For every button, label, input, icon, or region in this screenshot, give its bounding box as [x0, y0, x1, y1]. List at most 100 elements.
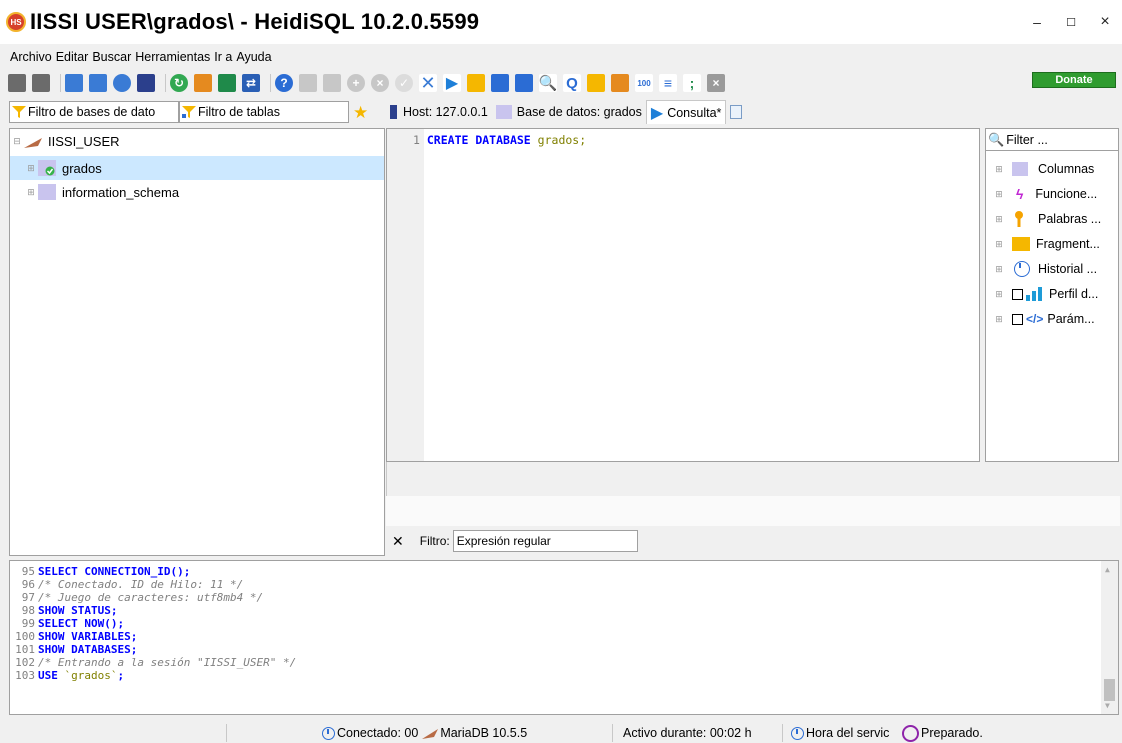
binary-icon[interactable]: 100	[635, 74, 653, 92]
disconnect-icon[interactable]	[32, 74, 50, 92]
helper-item-history[interactable]: ⊞ Historial ...	[986, 257, 1118, 281]
log-line-number: 97	[21, 591, 35, 604]
helper-label: Columnas	[1038, 162, 1095, 176]
explain-icon[interactable]	[611, 74, 629, 92]
checkbox-icon[interactable]	[1012, 313, 1023, 325]
expand-icon[interactable]: ⊞	[24, 163, 38, 174]
tree-node-session[interactable]: ⊟ IISSI_USER	[10, 129, 384, 153]
expand-icon[interactable]: ⊞	[992, 239, 1006, 250]
log-line: 98 SHOW STATUS;	[10, 604, 118, 617]
maximize-button[interactable]: ☐	[1054, 0, 1088, 44]
first-record-icon[interactable]	[299, 74, 317, 92]
checkbox-icon[interactable]	[1012, 288, 1023, 300]
close-button[interactable]: ×	[1088, 0, 1122, 44]
helper-item-parameters[interactable]: ⊞ </> Parám...	[986, 307, 1118, 331]
database-filter-input[interactable]: Filtro de bases de dato	[9, 101, 179, 123]
tree-node-database[interactable]: ⊞ information_schema	[10, 180, 384, 204]
log-line: 95 SELECT CONNECTION_ID();	[10, 565, 191, 578]
sql-terminator: ;	[579, 133, 587, 147]
tab-database[interactable]: Base de datos: grados	[492, 100, 646, 124]
log-line-number: 103	[15, 669, 35, 682]
menu-ir-a[interactable]: Ir a	[214, 50, 232, 68]
sync-icon[interactable]: ⇄	[242, 74, 260, 92]
title-bar: HS IISSI USER\grados\ - HeidiSQL 10.2.0.…	[0, 0, 1122, 44]
delete-record-icon[interactable]: ×	[371, 74, 389, 92]
helpers-filter-input[interactable]: 🔍 Filter ...	[986, 129, 1118, 151]
helper-item-snippets[interactable]: ⊞ Fragment...	[986, 232, 1118, 256]
close-tab-icon[interactable]: ×	[707, 74, 725, 92]
result-filter-label: Filtro:	[419, 534, 450, 548]
status-bar: Conectado: 00 MariaDB 10.5.5 Activo dura…	[0, 722, 1122, 743]
scroll-up-icon[interactable]: ▲	[1105, 565, 1110, 574]
log-line: 100 SHOW VARIABLES;	[10, 630, 137, 643]
expand-icon[interactable]: ⊞	[992, 289, 1006, 300]
helper-item-functions[interactable]: ⊞ ϟ Funcione...	[986, 182, 1118, 206]
tree-node-database[interactable]: ⊞ grados	[10, 156, 384, 180]
search-icon[interactable]: 🔍	[539, 74, 557, 92]
run-query-icon[interactable]: ▶	[443, 74, 461, 92]
user-manager-icon[interactable]	[194, 74, 212, 92]
sql-editor[interactable]: 1 CREATE DATABASE grados;	[386, 128, 980, 462]
log-statement: SHOW STATUS;	[38, 604, 118, 617]
undo-icon[interactable]	[113, 74, 131, 92]
favorite-star-icon[interactable]: ★	[353, 103, 368, 123]
print-icon[interactable]	[137, 74, 155, 92]
dolphin-icon	[24, 136, 42, 148]
expand-icon[interactable]: ⊞	[992, 189, 1006, 200]
folder-icon	[1012, 237, 1030, 251]
sql-log[interactable]: 95 SELECT CONNECTION_ID(); 96/* Conectado…	[9, 560, 1119, 715]
donate-button[interactable]: Donate	[1032, 72, 1116, 88]
expand-icon[interactable]: ⊞	[992, 314, 1006, 325]
expand-icon[interactable]: ⊞	[992, 214, 1006, 225]
cancel-icon[interactable]: ✕	[419, 73, 437, 93]
helper-item-columns[interactable]: ⊞ Columnas	[986, 157, 1118, 181]
menu-ayuda[interactable]: Ayuda	[236, 50, 271, 68]
add-record-icon[interactable]: +	[347, 74, 365, 92]
last-record-icon[interactable]	[323, 74, 341, 92]
replace-icon[interactable]: Q	[563, 74, 581, 92]
menu-bar: Archivo Editar Buscar Herramientas Ir a …	[0, 50, 1122, 68]
menu-buscar[interactable]: Buscar	[92, 50, 131, 68]
post-record-icon[interactable]: ✓	[395, 74, 413, 92]
scroll-down-icon[interactable]: ▼	[1105, 701, 1110, 710]
columns-icon	[1012, 162, 1028, 176]
helper-item-profile[interactable]: ⊞ Perfil d...	[986, 282, 1118, 306]
result-filter-input[interactable]: Expresión regular	[452, 530, 638, 552]
database-icon	[495, 105, 512, 119]
helper-item-keywords[interactable]: ⊞ Palabras ...	[986, 207, 1118, 231]
log-scrollbar[interactable]: ▲ ▼	[1101, 561, 1118, 714]
log-line: 99 SELECT NOW();	[10, 617, 124, 630]
help-icon[interactable]: ?	[275, 74, 293, 92]
scroll-thumb[interactable]	[1104, 679, 1115, 701]
wrap-lines-icon[interactable]: ≡	[659, 74, 677, 92]
open-folder-icon[interactable]	[467, 74, 485, 92]
tab-host[interactable]: Host: 127.0.0.1	[386, 100, 492, 124]
export-csv-icon[interactable]	[218, 74, 236, 92]
save-snippet-icon[interactable]	[515, 74, 533, 92]
expand-icon[interactable]: ⊞	[992, 264, 1006, 275]
minimize-button[interactable]: –	[1020, 0, 1054, 44]
save-icon[interactable]	[491, 74, 509, 92]
new-query-tab-button[interactable]	[726, 100, 746, 124]
menu-archivo[interactable]: Archivo	[10, 50, 52, 68]
expand-icon[interactable]: ⊞	[992, 164, 1006, 175]
format-sql-icon[interactable]	[587, 74, 605, 92]
expand-icon[interactable]: ⊞	[24, 187, 38, 198]
close-filter-icon[interactable]: ✕	[392, 533, 404, 550]
menu-herramientas[interactable]: Herramientas	[135, 50, 210, 68]
log-statement: SELECT CONNECTION_ID();	[38, 565, 191, 578]
connect-icon[interactable]	[8, 74, 26, 92]
collapse-icon[interactable]: ⊟	[10, 136, 24, 147]
semicolon-icon[interactable]: ;	[683, 74, 701, 92]
copy-icon[interactable]	[65, 74, 83, 92]
status-connection: Conectado: 00 MariaDB 10.5.5	[318, 724, 611, 742]
sql-keyword: CREATE DATABASE	[426, 133, 531, 147]
paste-icon[interactable]	[89, 74, 107, 92]
toolbar-separator	[270, 74, 271, 92]
tab-query[interactable]: ▶ Consulta*	[645, 100, 727, 124]
refresh-icon[interactable]: ↻	[170, 74, 188, 92]
result-filter-row: ✕ Filtro: Expresión regular	[386, 528, 1120, 554]
tab-query-label: Consulta*	[667, 105, 722, 120]
table-filter-input[interactable]: Filtro de tablas	[179, 101, 349, 123]
menu-editar[interactable]: Editar	[56, 50, 89, 68]
